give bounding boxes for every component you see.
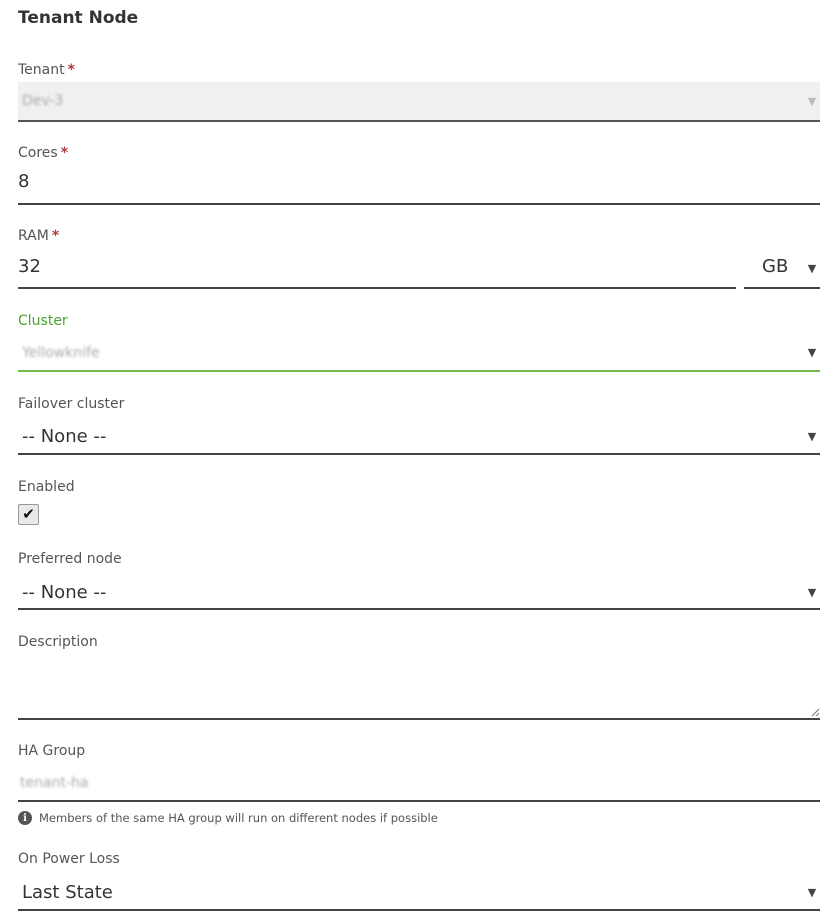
ha-group-help-text: Members of the same HA group will run on… — [39, 811, 438, 825]
resize-handle-icon[interactable] — [810, 707, 820, 717]
ram-unit-underline — [744, 287, 820, 289]
preferred-node-underline — [18, 608, 820, 610]
description-underline — [18, 718, 820, 720]
dropdown-arrow-icon: ▼ — [807, 262, 817, 275]
section-title: Tenant Node — [18, 8, 139, 28]
description-textarea[interactable] — [18, 658, 820, 718]
preferred-node-label: Preferred node — [18, 551, 122, 567]
cores-underline — [18, 203, 820, 205]
cluster-select[interactable]: Yellowknife ▼ — [18, 336, 820, 370]
failover-cluster-label: Failover cluster — [18, 396, 125, 412]
dropdown-arrow-icon: ▼ — [807, 886, 817, 899]
ram-unit-select[interactable]: GB ▼ — [744, 250, 820, 286]
preferred-node-select[interactable]: -- None -- ▼ — [18, 576, 820, 609]
cores-label: Cores * — [18, 145, 69, 161]
preferred-node-value: -- None -- — [22, 582, 107, 603]
cores-input[interactable]: 8 — [18, 171, 29, 192]
cluster-label: Cluster — [18, 313, 68, 329]
tenant-label: Tenant * — [18, 62, 75, 78]
ram-label: RAM * — [18, 228, 60, 244]
ha-group-underline — [18, 800, 820, 802]
required-mark: * — [60, 145, 69, 161]
on-power-loss-underline — [18, 909, 820, 911]
ha-group-label: HA Group — [18, 743, 86, 759]
ram-underline — [18, 287, 736, 289]
enabled-label: Enabled — [18, 479, 75, 495]
tenant-underline — [18, 120, 820, 122]
info-icon: i — [18, 811, 32, 825]
failover-cluster-value: -- None -- — [22, 426, 107, 447]
cluster-value: Yellowknife — [22, 345, 100, 361]
ha-group-help: i Members of the same HA group will run … — [18, 811, 438, 825]
on-power-loss-label: On Power Loss — [18, 851, 120, 867]
cluster-underline — [18, 370, 820, 372]
checkmark-icon: ✔ — [22, 505, 35, 523]
dropdown-arrow-icon: ▼ — [807, 430, 817, 443]
tenant-value: Dev-3 — [22, 93, 64, 109]
dropdown-arrow-icon: ▼ — [807, 346, 817, 359]
required-mark: * — [51, 228, 60, 244]
ram-unit-value: GB — [762, 256, 789, 277]
required-mark: * — [67, 62, 75, 78]
enabled-checkbox[interactable]: ✔ — [18, 504, 39, 525]
failover-cluster-underline — [18, 453, 820, 455]
tenant-select: Dev-3 ▼ — [18, 82, 820, 121]
dropdown-arrow-icon: ▼ — [807, 95, 817, 108]
on-power-loss-select[interactable]: Last State ▼ — [18, 876, 820, 909]
on-power-loss-value: Last State — [22, 882, 113, 903]
failover-cluster-select[interactable]: -- None -- ▼ — [18, 420, 820, 454]
description-label: Description — [18, 634, 98, 650]
ha-group-input[interactable]: tenant-ha — [18, 767, 820, 800]
dropdown-arrow-icon: ▼ — [807, 586, 817, 599]
ram-input[interactable]: 32 — [18, 256, 41, 277]
ha-group-value: tenant-ha — [20, 775, 89, 791]
